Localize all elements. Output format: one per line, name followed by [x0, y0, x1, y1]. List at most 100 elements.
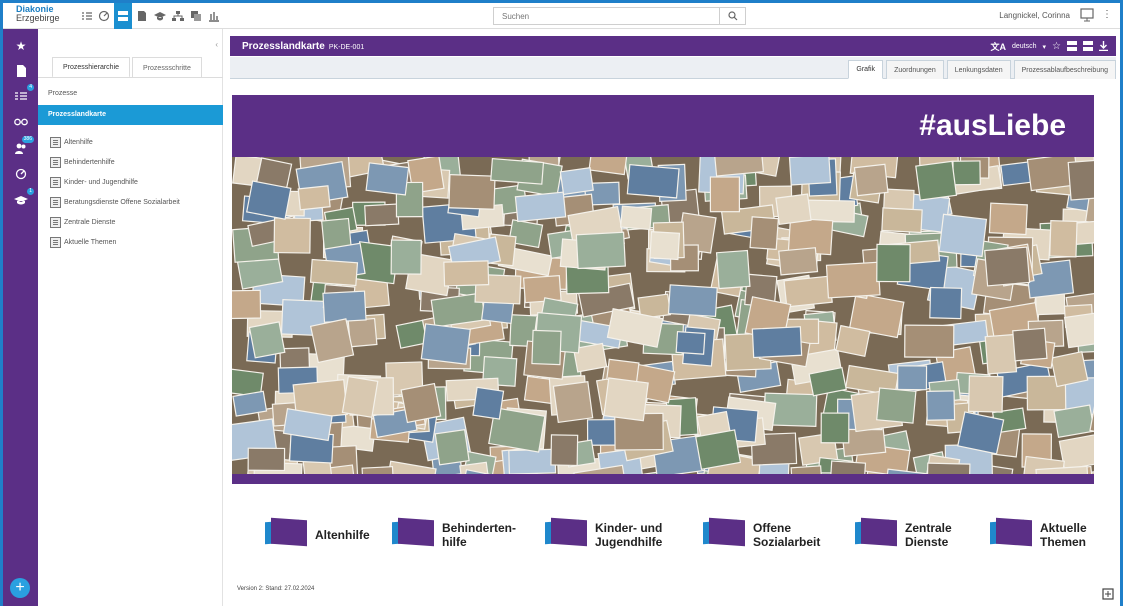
tab-zuordnungen[interactable]: Zuordnungen: [886, 60, 944, 79]
add-button[interactable]: +: [10, 578, 30, 598]
photo-collage-image: [232, 157, 1094, 474]
collage-photo: [603, 377, 649, 422]
tree-item-altenhilfe[interactable]: Altenhilfe: [50, 137, 93, 148]
tab-prozessschritte[interactable]: Prozessschritte: [132, 57, 202, 78]
document-icon[interactable]: [134, 7, 150, 25]
tab-lenkungsdaten[interactable]: Lenkungsdaten: [946, 60, 1011, 79]
collage-photo: [967, 375, 1004, 413]
collage-photo: [620, 205, 653, 231]
layout-icon[interactable]: [114, 3, 132, 29]
collage-photo: [309, 258, 359, 287]
collage-photo: [915, 160, 958, 201]
logo[interactable]: Diakonie Erzgebirge: [16, 5, 60, 23]
collage-photo: [667, 284, 718, 318]
collage-photo: [984, 333, 1018, 375]
collage-photo: [400, 382, 442, 424]
tree-item-label: Kinder- und Jugendhilfe: [64, 179, 138, 186]
graduation-cap-icon[interactable]: 1: [12, 188, 34, 209]
tree-root[interactable]: Prozesse: [48, 90, 77, 97]
tasks-badge: 4: [27, 84, 34, 91]
category-label: Aktuelle Themen: [1040, 521, 1087, 549]
org-chart-icon[interactable]: [170, 7, 186, 25]
collage-photo: [788, 157, 832, 186]
star-icon[interactable]: ☆: [1052, 41, 1061, 52]
collage-photo: [420, 323, 471, 365]
tree-item-kinder-jugendhilfe[interactable]: Kinder- und Jugendhilfe: [50, 177, 138, 188]
collage-photo: [365, 162, 410, 196]
collage-photo: [1058, 432, 1094, 471]
category-altenhilfe[interactable]: Altenhilfe: [263, 517, 370, 551]
users-icon[interactable]: 386: [12, 136, 34, 157]
collage-photo: [926, 462, 971, 474]
tab-prozessablaufbeschreibung[interactable]: Prozessablaufbeschreibung: [1013, 60, 1116, 79]
banner-bottom: [232, 474, 1094, 484]
category-aktuelle-themen[interactable]: Aktuelle Themen: [988, 517, 1087, 551]
collage-photo: [434, 428, 470, 466]
collage-photo: [675, 330, 706, 355]
folder-icon: [988, 517, 1034, 551]
presentation-icon[interactable]: [1080, 8, 1094, 24]
category-label: Offene Sozialarbeit: [753, 521, 821, 549]
folder-icon: [263, 517, 309, 551]
collage-photo: [876, 387, 917, 424]
collage-photo: [649, 231, 681, 261]
collage-photo: [559, 167, 594, 196]
collage-photo: [246, 180, 292, 220]
collage-photo: [926, 390, 956, 421]
tree-item-selected[interactable]: Prozesslandkarte: [38, 105, 223, 125]
search-input[interactable]: [494, 8, 714, 24]
language-select[interactable]: deutsch: [1012, 43, 1037, 50]
category-behindertenhilfe[interactable]: Behinderten-hilfe: [390, 517, 517, 551]
tasks-icon[interactable]: 4: [12, 84, 34, 105]
search-icon[interactable]: [719, 8, 745, 24]
collage-photo: [853, 163, 889, 197]
expand-icon[interactable]: [1067, 40, 1077, 53]
sidebar: ‹ Prozesshierarchie Prozessschritte Proz…: [38, 29, 223, 606]
translate-icon[interactable]: 文A: [990, 40, 1006, 53]
tree-item-zentrale-dienste[interactable]: Zentrale Dienste: [50, 217, 115, 228]
collapse-icon[interactable]: [1083, 40, 1093, 53]
fullscreen-icon[interactable]: [1102, 588, 1114, 602]
user-name[interactable]: Langnickel, Corinna: [999, 11, 1070, 20]
tree-item-behindertenhilfe[interactable]: Behindertenhilfe: [50, 157, 115, 168]
collage-photo: [508, 448, 557, 474]
collage-photo: [309, 318, 355, 364]
collage-photo: [751, 326, 803, 359]
chevron-down-icon[interactable]: ▾: [1043, 43, 1047, 51]
collapse-sidebar-icon[interactable]: ‹: [215, 40, 218, 49]
bar-chart-icon[interactable]: [206, 7, 222, 25]
tab-grafik[interactable]: Grafik: [848, 60, 884, 79]
collage-photo: [1053, 404, 1094, 438]
gauge-icon[interactable]: [12, 165, 30, 183]
gauge-icon[interactable]: [96, 7, 112, 25]
copy-icon[interactable]: [188, 7, 204, 25]
list-check-icon[interactable]: [79, 7, 95, 25]
collage-photo: [897, 365, 928, 391]
top-bar: Diakonie Erzgebirge Langnickel, Corinna …: [3, 3, 1120, 29]
star-icon[interactable]: ★: [12, 37, 30, 55]
collage-photo: [783, 275, 833, 308]
category-offene-sozialarbeit[interactable]: Offene Sozialarbeit: [701, 517, 821, 551]
graduation-cap-icon[interactable]: [152, 7, 168, 25]
more-menu-icon[interactable]: ⋮: [1102, 9, 1112, 20]
collage-photo: [248, 321, 286, 359]
tab-prozesshierarchie[interactable]: Prozesshierarchie: [52, 57, 131, 78]
glasses-icon[interactable]: [12, 113, 30, 131]
folder-icon: [543, 517, 589, 551]
title-bar: Prozesslandkarte PK-DE-001 文A deutsch ▾ ☆: [230, 36, 1116, 56]
page-title: Prozesslandkarte PK-DE-001: [242, 41, 364, 52]
tree-item-beratungsdienste[interactable]: Beratungsdienste Offene Sozialarbeit: [50, 197, 180, 208]
category-zentrale-dienste[interactable]: Zentrale Dienste: [853, 517, 952, 551]
download-icon[interactable]: [1099, 40, 1108, 53]
sidebar-tabs: Prozesshierarchie Prozessschritte: [52, 57, 204, 78]
document-icon: [50, 237, 61, 248]
document-icon[interactable]: [12, 62, 30, 80]
content-tabs-bar: Grafik Zuordnungen Lenkungsdaten Prozess…: [230, 57, 1116, 79]
category-label: Behinderten-hilfe: [442, 521, 517, 549]
document-icon: [50, 157, 61, 168]
tree-item-aktuelle-themen[interactable]: Aktuelle Themen: [50, 237, 116, 248]
collage-photo: [778, 247, 819, 276]
category-kinder-jugendhilfe[interactable]: Kinder- und Jugendhilfe: [543, 517, 662, 551]
collage-photo: [988, 202, 1028, 236]
collage-photo: [1050, 350, 1089, 388]
